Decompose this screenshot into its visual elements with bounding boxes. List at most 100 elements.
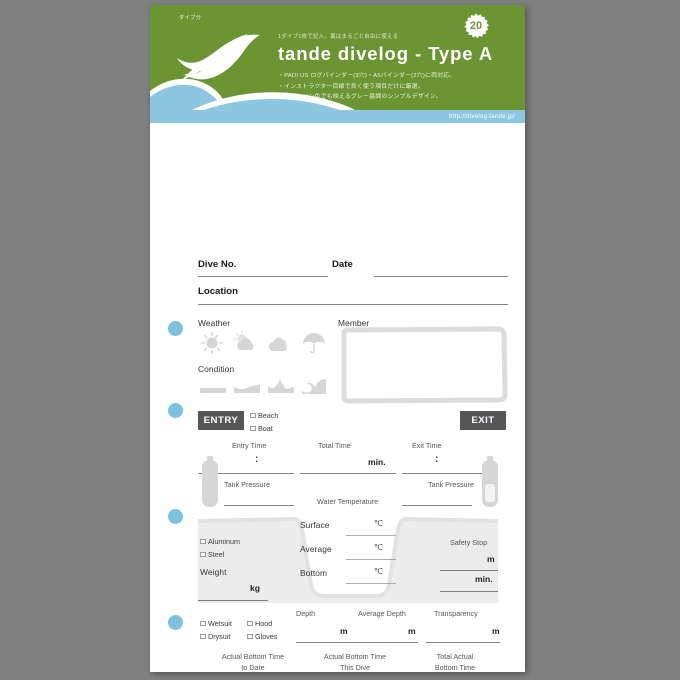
binder-hole-3 — [168, 509, 183, 524]
entry-time-label: Entry Time — [232, 441, 267, 450]
tank-pressure-right-input[interactable] — [402, 505, 472, 506]
weather-icon-row[interactable] — [198, 330, 328, 354]
suit-drysuit[interactable]: Drysuit — [200, 632, 230, 641]
transparency-input[interactable] — [426, 642, 500, 643]
badge-label: ダイブ分 — [179, 15, 202, 21]
member-input-box[interactable] — [340, 326, 508, 404]
entry-button[interactable]: ENTRY — [198, 411, 244, 430]
beach-checkbox[interactable] — [250, 412, 256, 419]
divelog-page: 20 ダイブ分 1ダイブ1枚で記入。裏はまるごと自由に使える tande div… — [150, 5, 525, 672]
dolphin-logo-icon — [177, 34, 260, 80]
condition-label: Condition — [198, 364, 235, 374]
suit-hood[interactable]: Hood — [247, 619, 272, 628]
binder-hole-4 — [168, 615, 183, 630]
safety-stop-depth-input[interactable] — [440, 570, 498, 571]
sun-cloud-icon — [233, 330, 254, 350]
header-text-block: 1ダイブ1枚で記入。裏はまるごと自由に使える tande divelog - T… — [278, 32, 518, 103]
safety-stop-time-unit: min. — [475, 574, 493, 584]
tank-right-icon — [482, 456, 498, 507]
weight-unit: kg — [250, 583, 261, 593]
safety-stop-label: Safety Stop — [450, 538, 488, 547]
suit-gloves[interactable]: Gloves — [247, 632, 277, 641]
temp-average-unit: ℃ — [374, 543, 383, 552]
boat-label: Boat — [258, 424, 273, 433]
average-depth-label: Average Depth — [358, 609, 406, 618]
abt-total-line2: Bottom Time — [434, 663, 476, 672]
aluminum-checkbox[interactable] — [200, 538, 206, 545]
suit-wetsuit[interactable]: Wetsuit — [200, 619, 232, 628]
tank-pressure-left-input[interactable] — [224, 505, 294, 506]
gloves-checkbox[interactable] — [247, 633, 253, 640]
tank-material-steel[interactable]: Steel — [200, 550, 224, 559]
hood-checkbox[interactable] — [247, 620, 253, 627]
header-title: tande divelog - Type A — [278, 43, 494, 64]
water-temp-label: Water Temperature — [317, 497, 379, 506]
drysuit-label: Drysuit — [208, 632, 231, 641]
exit-button[interactable]: EXIT — [460, 411, 506, 430]
steel-label: Steel — [208, 550, 225, 559]
temp-surface-unit: ℃ — [374, 519, 383, 528]
temp-average-input[interactable] — [346, 559, 396, 560]
total-time-label: Total Time — [318, 441, 351, 450]
date-input[interactable] — [374, 276, 508, 277]
cloud-icon — [269, 337, 287, 351]
wave-choppy-icon — [268, 378, 294, 393]
average-depth-unit: m — [408, 626, 416, 636]
abt-date-line1: Actual Bottom Time — [221, 652, 285, 661]
wave-large-icon — [302, 379, 326, 394]
weight-input[interactable] — [198, 600, 268, 601]
steel-checkbox[interactable] — [200, 551, 206, 558]
wetsuit-checkbox[interactable] — [200, 620, 206, 627]
aluminum-label: Aluminum — [208, 537, 240, 546]
entry-time-separator: : — [255, 454, 259, 465]
location-input[interactable] — [198, 304, 508, 305]
tank-pressure-left-label: Tank Pressure — [224, 480, 270, 489]
temp-surface-input[interactable] — [346, 535, 396, 536]
abt-dive-line2: This Dive — [340, 663, 370, 672]
drysuit-checkbox[interactable] — [200, 633, 206, 640]
depth-label: Depth — [296, 609, 316, 618]
temp-bottom-input[interactable] — [346, 583, 396, 584]
total-time-input[interactable] — [300, 473, 396, 474]
abt-total-line1: Total Actual — [436, 652, 474, 661]
wave-flat-icon — [200, 388, 226, 393]
temp-average-label: Average — [300, 544, 332, 554]
depth-inputs[interactable] — [296, 642, 418, 643]
boat-checkbox[interactable] — [250, 425, 256, 432]
depth-unit: m — [340, 626, 348, 636]
temp-bottom-label: Bottom — [300, 568, 328, 578]
umbrella-icon — [303, 333, 325, 354]
header-bullet-2: ・インストラクター目線で良く使う項目だけに厳選。 — [278, 83, 424, 90]
dive-no-label: Dive No. — [198, 259, 237, 270]
header-bullet-3: ・どんなペン色でも映えるグレー基調のシンプルデザイン。 — [278, 94, 442, 101]
weight-label: Weight — [200, 567, 227, 577]
dive-no-input[interactable] — [198, 276, 328, 277]
entry-type-beach[interactable]: Beach — [250, 411, 278, 420]
total-time-unit: min. — [368, 457, 386, 467]
tank-material-aluminum[interactable]: Aluminum — [200, 537, 240, 546]
header-url[interactable]: http://divelog.tande.jp/ — [449, 114, 515, 120]
gloves-label: Gloves — [255, 632, 278, 641]
location-label: Location — [198, 286, 238, 297]
tank-pressure-right-label: Tank Pressure — [428, 480, 474, 489]
header-bullet-1: ・PADI US ログバインダー(3穴)・A5バインダー(2穴)に両対応。 — [278, 73, 456, 79]
wetsuit-label: Wetsuit — [208, 619, 232, 628]
header-tagline: 1ダイブ1枚で記入。裏はまるごと自由に使える — [278, 34, 399, 40]
temp-bottom-unit: ℃ — [374, 567, 383, 576]
exit-time-separator: : — [435, 454, 439, 465]
binder-hole-2 — [168, 403, 183, 418]
beach-label: Beach — [258, 411, 279, 420]
temp-surface-label: Surface — [300, 520, 330, 530]
entry-type-boat[interactable]: Boat — [250, 424, 273, 433]
hood-label: Hood — [255, 619, 273, 628]
safety-stop-depth-unit: m — [487, 554, 495, 564]
abt-date-line2: to Date — [241, 663, 265, 672]
form-body: Dive No. Date Location Weather Condition… — [150, 123, 525, 672]
condition-icon-row[interactable] — [198, 376, 328, 398]
date-label: Date — [332, 259, 353, 270]
sun-icon — [200, 331, 224, 354]
transparency-label: Transparency — [434, 609, 478, 618]
safety-stop-time-input[interactable] — [440, 591, 498, 592]
wave-small-icon — [234, 384, 260, 393]
header-url-bar: http://divelog.tande.jp/ — [150, 110, 525, 123]
